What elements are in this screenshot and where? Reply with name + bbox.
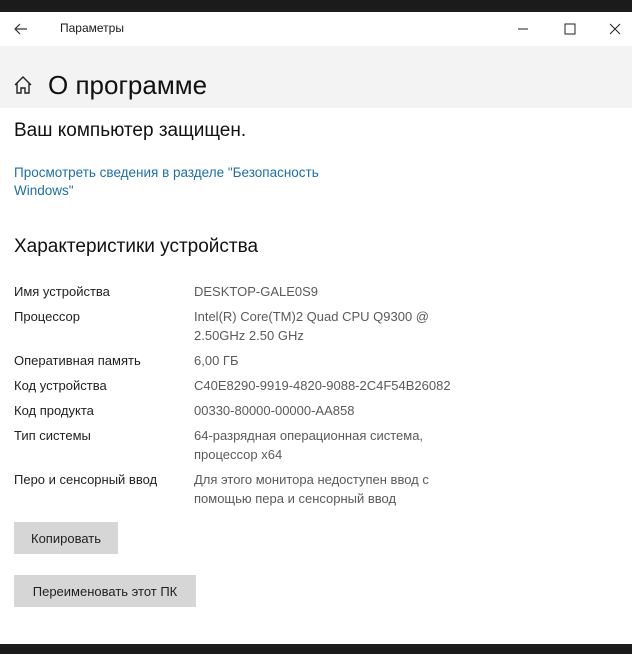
- top-bezel: [0, 0, 632, 12]
- security-status: Ваш компьютер защищен.: [14, 120, 247, 141]
- title-bar: Параметры: [0, 12, 632, 46]
- back-arrow-icon[interactable]: [10, 18, 32, 40]
- spec-value: Intel(R) Core(TM)2 Quad CPU Q9300 @ 2.50…: [194, 309, 429, 343]
- about-content: Ваш компьютер защищен. Просмотреть сведе…: [0, 108, 632, 644]
- spec-label: Тип системы: [14, 428, 91, 443]
- spec-value: Для этого монитора недоступен ввод с пом…: [194, 472, 429, 506]
- rename-pc-button[interactable]: Переименовать этот ПК: [14, 575, 196, 607]
- settings-window: Параметры О программе Ваш компьютер защи…: [0, 12, 632, 644]
- spec-value: 6,00 ГБ: [194, 353, 239, 368]
- page-title: О программе: [48, 70, 208, 100]
- window-title: Параметры: [60, 21, 124, 35]
- spec-label: Код продукта: [14, 403, 94, 418]
- spec-value: C40E8290-9919-4820-9088-2C4F54B26082: [194, 378, 451, 393]
- spec-value: 00330-80000-00000-AA858: [194, 403, 355, 418]
- windows-security-link[interactable]: Просмотреть сведения в разделе "Безопасн…: [14, 164, 354, 200]
- spec-label: Процессор: [14, 309, 80, 324]
- close-icon[interactable]: [604, 18, 626, 40]
- minimize-icon[interactable]: [512, 18, 534, 40]
- maximize-icon[interactable]: [559, 18, 581, 40]
- spec-label: Оперативная память: [14, 353, 141, 368]
- spec-value: DESKTOP-GALE0S9: [194, 284, 319, 299]
- bottom-bezel: [0, 644, 632, 654]
- copy-button[interactable]: Копировать: [14, 522, 118, 554]
- spec-value: 64-разрядная операционная система, проце…: [194, 428, 424, 462]
- device-specs-heading: Характеристики устройства: [14, 236, 259, 257]
- spec-label: Код устройства: [14, 378, 107, 393]
- page-header: О программе: [0, 46, 632, 108]
- spec-label: Перо и сенсорный ввод: [14, 472, 158, 487]
- home-icon[interactable]: [12, 74, 34, 96]
- spec-label: Имя устройства: [14, 284, 110, 299]
